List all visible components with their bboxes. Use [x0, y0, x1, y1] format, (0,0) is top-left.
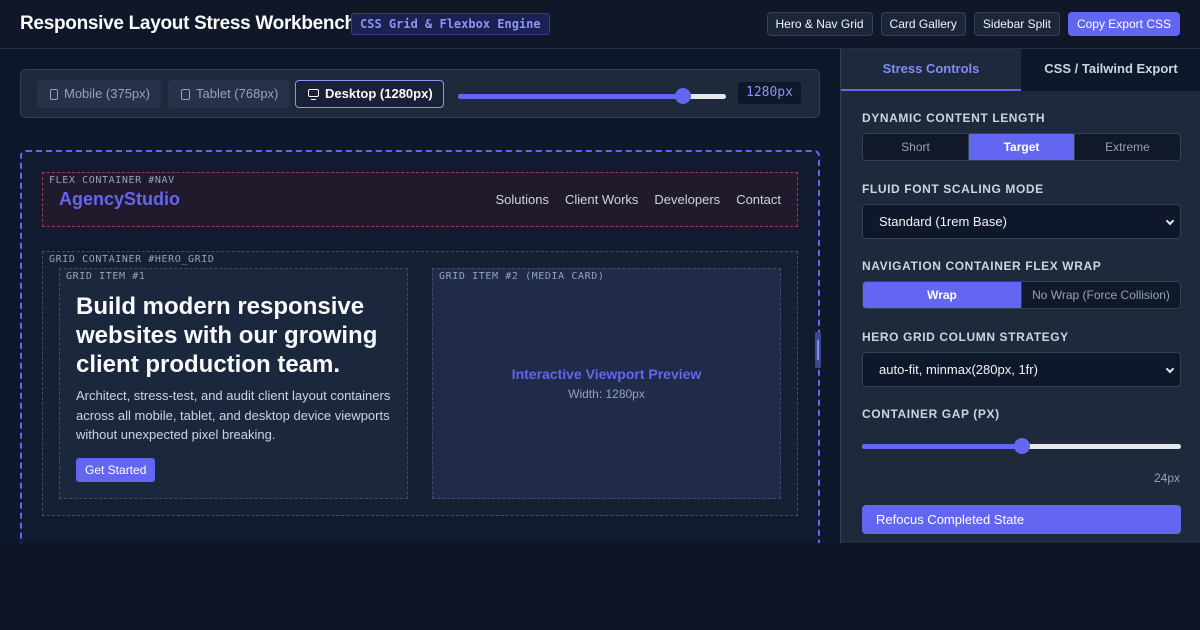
nav-link-solutions[interactable]: Solutions [495, 192, 548, 207]
viewport-tablet-button[interactable]: Tablet (768px) [168, 80, 290, 108]
copy-export-css-button[interactable]: Copy Export CSS [1067, 12, 1180, 36]
preset-hero-nav-button[interactable]: Hero & Nav Grid [766, 12, 873, 36]
get-started-button[interactable]: Get Started [76, 458, 156, 482]
content-length-toggle: Short Target Extreme [862, 133, 1181, 161]
content-length-short[interactable]: Short [863, 134, 969, 160]
font-scaling-select[interactable]: Standard (1rem Base) [862, 204, 1181, 239]
controls-panel: Stress Controls CSS / Tailwind Export DY… [840, 49, 1200, 543]
gap-slider-thumb[interactable] [1013, 438, 1030, 454]
nav-link-contact[interactable]: Contact [736, 192, 781, 207]
viewport-mobile-button[interactable]: Mobile (375px) [37, 80, 161, 108]
flex-wrap-wrap[interactable]: Wrap [863, 282, 1022, 308]
desktop-icon [308, 89, 319, 100]
nav-container-label: FLEX CONTAINER #NAV [49, 175, 175, 186]
flex-wrap-label: NAVIGATION CONTAINER FLEX WRAP [862, 259, 1102, 273]
flex-wrap-toggle: Wrap No Wrap (Force Collision) [862, 281, 1181, 309]
top-bar: Responsive Layout Stress Workbench CSS G… [0, 0, 1200, 49]
preview-canvas: FLEX CONTAINER #NAV AgencyStudio Solutio… [20, 150, 821, 543]
viewport-slider-thumb[interactable] [675, 88, 692, 104]
font-scaling-value: Standard (1rem Base) [879, 214, 1007, 229]
viewport-desktop-label: Desktop (1280px) [325, 86, 433, 101]
workspace: Mobile (375px) Tablet (768px) Desktop (1… [0, 49, 840, 543]
gap-label: CONTAINER GAP (PX) [862, 407, 1000, 421]
gap-value: 24px [1153, 471, 1180, 485]
grid-strategy-select[interactable]: auto-fit, minmax(280px, 1fr) [862, 352, 1181, 387]
grid-item-1-label: GRID ITEM #1 [66, 271, 146, 282]
preset-card-gallery-button[interactable]: Card Gallery [880, 12, 966, 36]
app-window: Responsive Layout Stress Workbench CSS G… [0, 0, 1200, 543]
chevron-down-icon [1165, 216, 1175, 226]
content-length-label: DYNAMIC CONTENT LENGTH [862, 111, 1046, 125]
viewport-desktop-button[interactable]: Desktop (1280px) [295, 80, 444, 108]
gap-slider-fill [862, 444, 1022, 449]
viewport-mobile-label: Mobile (375px) [64, 86, 150, 101]
viewport-tablet-label: Tablet (768px) [196, 86, 279, 101]
refocus-button[interactable]: Refocus Completed State [862, 505, 1181, 534]
grid-item-media-card: GRID ITEM #2 (MEDIA CARD) Interactive Vi… [432, 268, 781, 499]
chevron-down-icon [1165, 364, 1175, 374]
content-length-target[interactable]: Target [969, 134, 1075, 160]
canvas-resize-handle[interactable] [815, 332, 821, 368]
app-title: Responsive Layout Stress Workbench [20, 13, 356, 34]
hero-container-label: GRID CONTAINER #HERO_GRID [49, 254, 215, 265]
nav-link-client-works[interactable]: Client Works [565, 192, 638, 207]
tablet-icon [181, 88, 190, 100]
gap-slider[interactable] [862, 438, 1181, 454]
tab-css-export[interactable]: CSS / Tailwind Export [1021, 49, 1200, 91]
brand-logo[interactable]: AgencyStudio [59, 189, 180, 210]
preview-nav-links: Solutions Client Works Developers Contac… [495, 192, 781, 207]
tab-stress-controls[interactable]: Stress Controls [841, 49, 1021, 91]
viewport-slider-fill [458, 94, 684, 99]
content-length-extreme[interactable]: Extreme [1075, 134, 1180, 160]
viewport-width-readout: 1280px [738, 82, 801, 104]
hero-title: Build modern responsive websites with ou… [76, 293, 378, 378]
preset-actions: Hero & Nav Grid Card Gallery Sidebar Spl… [766, 12, 1180, 36]
hero-description: Architect, stress-test, and audit client… [76, 388, 391, 442]
media-card-width: Width: 1280px [568, 387, 645, 401]
engine-badge: CSS Grid & Flexbox Engine [351, 13, 550, 35]
font-scaling-label: FLUID FONT SCALING MODE [862, 182, 1044, 196]
flex-wrap-nowrap[interactable]: No Wrap (Force Collision) [1022, 282, 1180, 308]
preset-sidebar-split-button[interactable]: Sidebar Split [973, 12, 1060, 36]
media-card-title: Interactive Viewport Preview [511, 366, 702, 382]
grid-strategy-value: auto-fit, minmax(280px, 1fr) [879, 362, 1038, 377]
panel-tabs: Stress Controls CSS / Tailwind Export [841, 49, 1200, 91]
viewport-width-slider[interactable] [458, 88, 726, 104]
nav-link-developers[interactable]: Developers [654, 192, 720, 207]
grid-strategy-label: HERO GRID COLUMN STRATEGY [862, 330, 1069, 344]
grid-container-hero: GRID CONTAINER #HERO_GRID GRID ITEM #1 B… [42, 251, 798, 516]
phone-icon [50, 88, 58, 100]
flex-container-nav: FLEX CONTAINER #NAV AgencyStudio Solutio… [42, 172, 798, 227]
grid-item-text: GRID ITEM #1 Build modern responsive web… [59, 268, 408, 499]
viewport-toolbar: Mobile (375px) Tablet (768px) Desktop (1… [20, 69, 820, 118]
grid-item-2-label: GRID ITEM #2 (MEDIA CARD) [439, 271, 605, 282]
